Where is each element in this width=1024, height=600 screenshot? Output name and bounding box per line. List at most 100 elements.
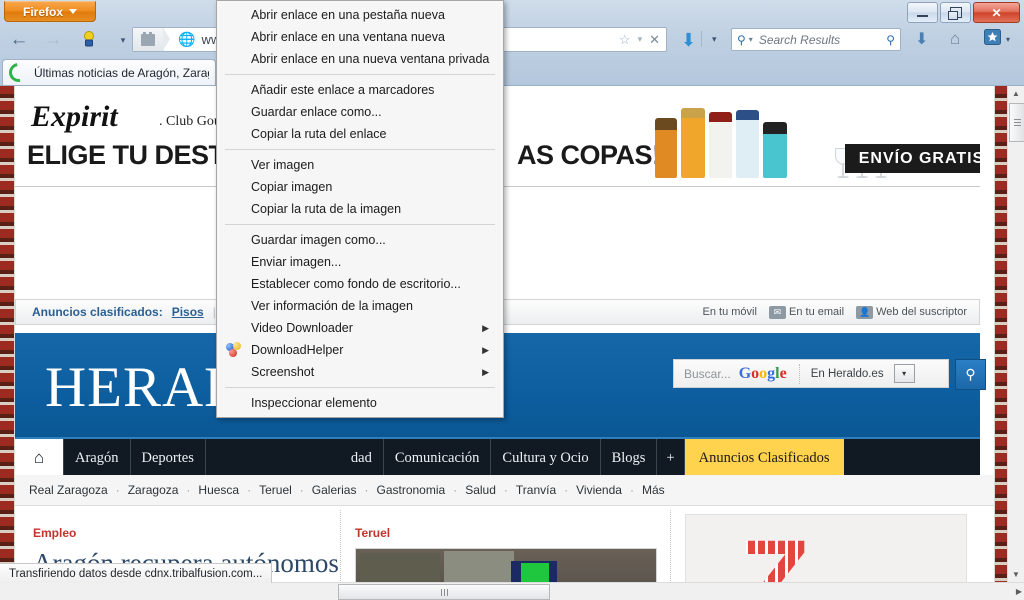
classified-mobile[interactable]: En tu móvil: [703, 306, 757, 318]
nav-item-cultura[interactable]: Cultura y Ocio: [491, 439, 601, 477]
menu-item-label: Añadir este enlace a marcadores: [251, 83, 435, 97]
vertical-scrollbar[interactable]: ▲ ▼: [1007, 85, 1024, 583]
downloads-panel-button[interactable]: ⬇: [915, 29, 928, 49]
google-search-box[interactable]: Buscar... Google En Heraldo.es ▾: [673, 359, 949, 388]
classified-email[interactable]: ✉ En tu email: [768, 305, 845, 319]
chevron-down-icon[interactable]: ▾: [893, 364, 915, 383]
nav-item-deportes[interactable]: Deportes: [131, 439, 206, 477]
menu-item-copy-image[interactable]: Copiar imagen: [217, 176, 503, 198]
article-kicker[interactable]: Teruel: [355, 526, 670, 540]
pin-button[interactable]: [78, 29, 100, 51]
menu-item-view-image-info[interactable]: Ver información de la imagen: [217, 295, 503, 317]
menu-item-email-image[interactable]: Enviar imagen...: [217, 251, 503, 273]
menu-item-inspect-element[interactable]: Inspeccionar elemento: [217, 392, 503, 414]
subnav-item-zaragoza[interactable]: Zaragoza: [128, 483, 179, 497]
subnav-item-mas[interactable]: Más: [642, 483, 665, 497]
subnav-item-real-zaragoza[interactable]: Real Zaragoza: [29, 483, 108, 497]
nav-item-aragon[interactable]: Aragón: [63, 439, 131, 477]
google-search-placeholder: Buscar...: [684, 366, 731, 381]
scroll-up-button[interactable]: ▲: [1008, 85, 1024, 102]
menu-item-bookmark-link[interactable]: Añadir este enlace a marcadores: [217, 79, 503, 101]
context-menu[interactable]: Abrir enlace en una pestaña nueva Abrir …: [216, 0, 504, 418]
subnav-item-huesca[interactable]: Huesca: [198, 483, 239, 497]
submenu-arrow-icon: ▶: [482, 344, 489, 355]
close-button[interactable]: ✕: [973, 2, 1020, 23]
classified-link-pisos[interactable]: Pisos: [172, 305, 204, 319]
nav-item-sociedad[interactable]: dad: [206, 439, 384, 477]
search-input[interactable]: Search Results: [759, 33, 840, 47]
home-button[interactable]: ⌂: [950, 29, 960, 49]
history-dropdown-button[interactable]: ▾: [112, 29, 134, 51]
menu-item-label: DownloadHelper: [251, 343, 344, 357]
scroll-down-button[interactable]: ▼: [1008, 566, 1024, 583]
browser-tab[interactable]: Últimas noticias de Aragón, Zaragoz: [2, 59, 216, 86]
extension-button[interactable]: [984, 29, 1001, 50]
minimize-icon: [917, 14, 928, 17]
menu-item-video-downloader[interactable]: Video Downloader ▶: [217, 317, 503, 339]
menu-item-label: Guardar imagen como...: [251, 233, 386, 247]
menu-item-view-image[interactable]: Ver imagen: [217, 154, 503, 176]
menu-item-open-link-new-tab[interactable]: Abrir enlace en una pestaña nueva: [217, 4, 503, 26]
extension-dropdown-icon[interactable]: ▾: [1006, 35, 1010, 44]
search-submit-button[interactable]: ⚲: [955, 359, 986, 390]
vertical-scroll-thumb[interactable]: [1009, 103, 1024, 142]
menu-item-screenshot[interactable]: Screenshot ▶: [217, 361, 503, 383]
subnav-item-vivienda[interactable]: Vivienda: [576, 483, 622, 497]
menu-item-label: Abrir enlace en una pestaña nueva: [251, 8, 445, 22]
chevron-down-icon[interactable]: ▾: [749, 35, 753, 44]
menu-item-label: Enviar imagen...: [251, 255, 342, 269]
menu-item-set-as-desktop-background[interactable]: Establecer como fondo de escritorio...: [217, 273, 503, 295]
globe-icon: 🌐: [178, 31, 196, 47]
menu-separator: [225, 74, 495, 75]
classified-subscriber[interactable]: 👤 Web del suscriptor: [856, 305, 967, 319]
submenu-arrow-icon: ▶: [482, 322, 489, 333]
download-button[interactable]: ⬇: [681, 30, 696, 51]
maximize-button[interactable]: [940, 2, 971, 23]
firefox-menu-button[interactable]: Firefox: [4, 1, 96, 22]
menu-item-copy-link-location[interactable]: Copiar la ruta del enlace: [217, 123, 503, 145]
nav-item-blogs[interactable]: Blogs: [601, 439, 658, 477]
subnav-item-gastronomia[interactable]: Gastronomia: [376, 483, 445, 497]
forward-button[interactable]: →: [42, 29, 64, 51]
subnav-item-teruel[interactable]: Teruel: [259, 483, 292, 497]
menu-item-open-link-private-window[interactable]: Abrir enlace en una nueva ventana privad…: [217, 48, 503, 70]
menu-item-save-link-as[interactable]: Guardar enlace como...: [217, 101, 503, 123]
menu-item-copy-image-location[interactable]: Copiar la ruta de la imagen: [217, 198, 503, 220]
nav-item-more[interactable]: +: [657, 439, 685, 477]
menu-item-label: Abrir enlace en una nueva ventana privad…: [251, 52, 490, 66]
subnav-item-salud[interactable]: Salud: [465, 483, 496, 497]
menu-item-label: Establecer como fondo de escritorio...: [251, 277, 461, 291]
bookmark-star-icon[interactable]: ☆: [619, 32, 631, 48]
subnav-sep: ·: [564, 483, 569, 497]
stop-icon[interactable]: ✕: [649, 32, 660, 48]
google-logo: Google: [738, 364, 787, 382]
loading-spinner-icon: [5, 59, 32, 86]
horizontal-scrollbar[interactable]: ▶: [0, 582, 1024, 600]
search-bar[interactable]: ⚲ ▾ Search Results ⚲: [731, 28, 901, 51]
search-go-icon[interactable]: ⚲: [886, 33, 895, 47]
browser-chrome: Firefox ✕ ← → ▾ 🌐 www.: [0, 0, 1024, 86]
download-dropdown-button[interactable]: ▾: [712, 34, 717, 45]
subnav-item-galerias[interactable]: Galerias: [312, 483, 357, 497]
menu-item-save-image-as[interactable]: Guardar imagen como...: [217, 229, 503, 251]
email-label: En tu email: [789, 305, 845, 318]
subnav-item-tranvia[interactable]: Tranvía: [516, 483, 556, 497]
horizontal-scroll-thumb[interactable]: [338, 584, 550, 600]
nav-item-comunicacion[interactable]: Comunicación: [384, 439, 492, 477]
site-identity-icon[interactable]: [133, 28, 170, 51]
menu-item-downloadhelper[interactable]: DownloadHelper ▶: [217, 339, 503, 361]
article-photo-workshop[interactable]: [355, 548, 657, 583]
site-logo[interactable]: HERAL: [45, 355, 240, 420]
firefox-menu-label: Firefox: [22, 4, 63, 19]
minimize-button[interactable]: [907, 2, 938, 23]
menu-item-open-link-new-window[interactable]: Abrir enlace en una ventana nueva: [217, 26, 503, 48]
article-photo-cine[interactable]: Z: [685, 514, 967, 583]
scroll-right-button[interactable]: ▶: [1016, 587, 1022, 596]
nav-item-anuncios-clasificados[interactable]: Anuncios Clasificados: [684, 439, 844, 477]
back-button[interactable]: ←: [8, 29, 30, 51]
article-kicker[interactable]: Empleo: [33, 526, 340, 540]
chevron-down-icon[interactable]: ▾: [638, 34, 643, 45]
subnav-sep: ·: [299, 483, 304, 497]
subnav-sep: ·: [503, 483, 508, 497]
nav-item-home[interactable]: ⌂: [15, 439, 63, 477]
